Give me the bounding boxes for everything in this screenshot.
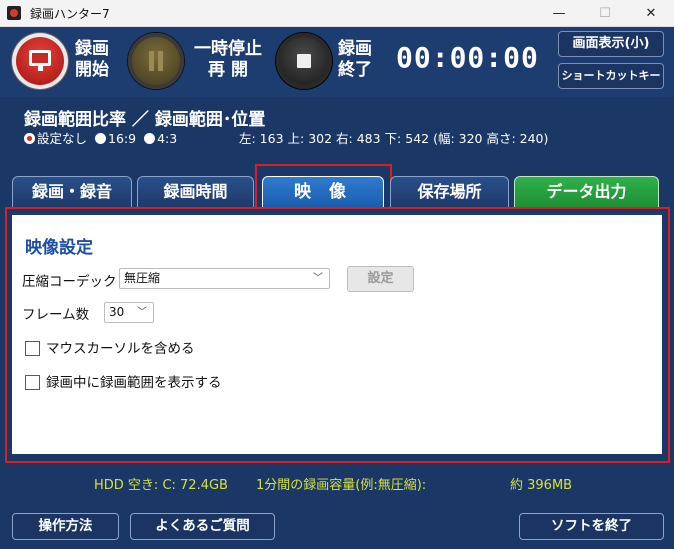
pause-icon	[148, 51, 164, 71]
show-range-checkbox[interactable]: 録画中に録画範囲を表示する	[25, 371, 222, 391]
codec-label: 圧縮コーデック	[22, 274, 117, 290]
elapsed-timer: 00:00:00	[396, 41, 539, 74]
per-minute-value: 約 396MB	[510, 478, 573, 493]
panel-heading: 映像設定	[25, 238, 93, 258]
ratio-option-16-9[interactable]: 16:9	[95, 131, 136, 146]
record-stop-label[interactable]: 録画 終了	[338, 39, 378, 81]
window-title: 録画ハンター7	[30, 7, 110, 21]
range-title: 録画範囲比率 ／ 録画範囲･位置	[24, 110, 266, 130]
title-bar: 録画ハンター7 — ☐ ✕	[0, 0, 674, 27]
pause-button[interactable]	[128, 33, 184, 89]
pause-label[interactable]: 一時停止 再 開	[188, 39, 268, 81]
tab-save-location[interactable]: 保存場所	[390, 176, 509, 207]
faq-button[interactable]: よくあるご質問	[130, 513, 275, 540]
monitor-icon	[29, 50, 51, 71]
radio-icon	[144, 133, 156, 144]
minimize-button[interactable]: —	[536, 0, 582, 27]
tab-recording-time[interactable]: 録画時間	[137, 176, 254, 207]
checkbox-icon	[25, 341, 40, 356]
ratio-option-4-3[interactable]: 4:3	[144, 131, 177, 146]
close-button[interactable]: ✕	[628, 0, 674, 27]
range-coordinates: 左: 163 上: 302 右: 483 下: 542 (幅: 320 高さ: …	[239, 131, 549, 146]
range-options: 設定なし 16:9 4:3 左: 163 上: 302 右: 483 下: 54…	[24, 128, 664, 147]
record-start-label[interactable]: 録画 開始	[75, 39, 115, 81]
control-bar: 録画 開始 一時停止 再 開 録画 終了 00:00:00 画面表示(小) ショ…	[0, 27, 674, 97]
fps-label: フレーム数	[22, 307, 90, 323]
chevron-down-icon: ﹀	[137, 307, 147, 318]
chevron-down-icon: ﹀	[313, 273, 323, 284]
fps-select[interactable]: 30 ﹀	[104, 302, 154, 323]
exit-button[interactable]: ソフトを終了	[519, 513, 664, 540]
hdd-free-space: HDD 空き: C: 72.4GB	[94, 478, 228, 493]
stop-icon	[297, 54, 311, 68]
maximize-button[interactable]: ☐	[582, 0, 628, 27]
radio-icon	[95, 133, 106, 144]
include-cursor-checkbox[interactable]: マウスカーソルを含める	[25, 337, 195, 357]
shortcut-key-button[interactable]: ショートカットキー	[558, 63, 664, 89]
per-minute-label: 1分間の録画容量(例:無圧縮):	[256, 478, 427, 493]
tab-data-output[interactable]: データ出力	[514, 176, 659, 207]
howto-button[interactable]: 操作方法	[12, 513, 119, 540]
codec-select[interactable]: 無圧縮 ﹀	[119, 268, 330, 289]
record-stop-button[interactable]	[276, 33, 332, 89]
codec-settings-button[interactable]: 設定	[347, 266, 414, 292]
checkbox-icon	[25, 375, 40, 390]
display-size-button[interactable]: 画面表示(小)	[558, 31, 664, 57]
radio-selected-icon	[24, 133, 35, 144]
app-icon	[7, 6, 21, 20]
video-settings-panel: 映像設定 圧縮コーデック 無圧縮 ﹀ 設定 フレーム数 30 ﹀ マウスカーソル…	[12, 212, 662, 454]
ratio-option-none[interactable]: 設定なし	[24, 128, 87, 147]
record-start-button[interactable]	[12, 33, 68, 89]
tab-recording-audio[interactable]: 録画・録音	[12, 176, 132, 207]
tab-video[interactable]: 映 像	[262, 176, 384, 207]
